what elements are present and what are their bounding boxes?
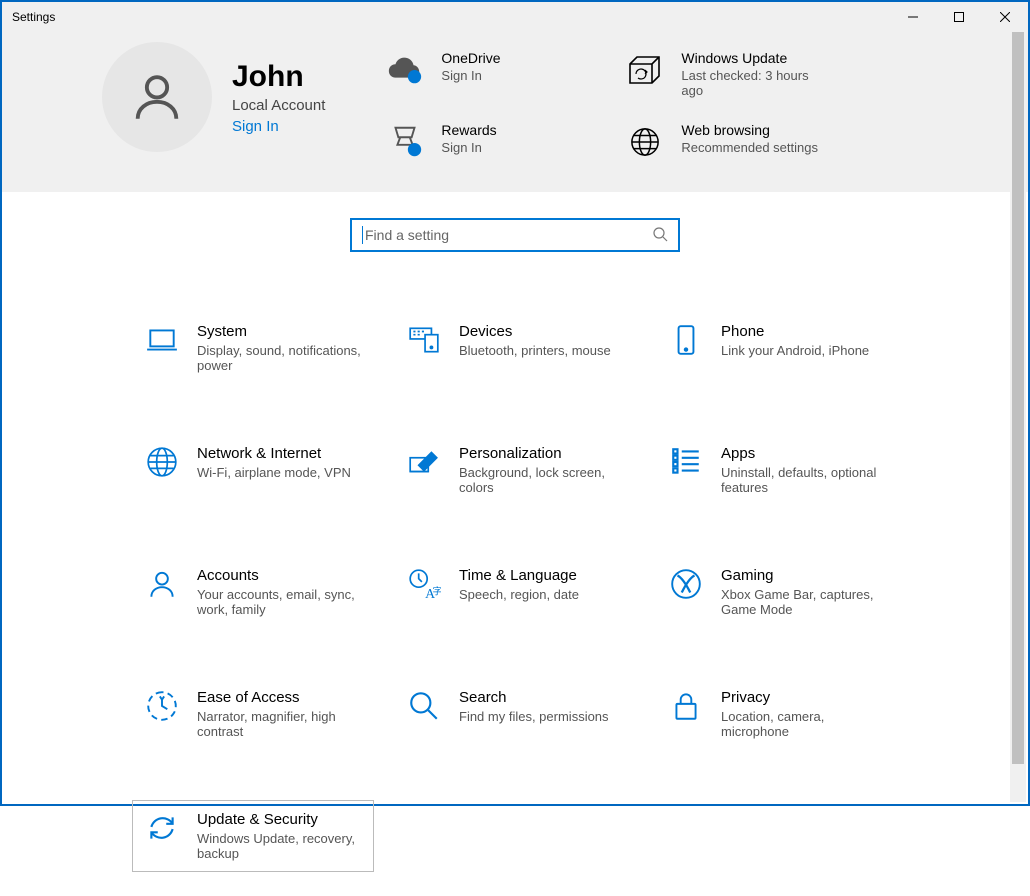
close-icon	[1000, 12, 1010, 22]
onedrive-title: OneDrive	[441, 50, 500, 66]
category-sub: Speech, region, date	[459, 587, 579, 602]
category-title: Devices	[459, 323, 611, 340]
category-title: Update & Security	[197, 811, 361, 828]
rewards-sub: Sign In	[441, 140, 496, 155]
lock-icon	[669, 689, 703, 723]
category-title: Time & Language	[459, 567, 579, 584]
rewards-title: Rewards	[441, 122, 496, 138]
header-panel: John Local Account Sign In OneDrive Sign…	[2, 32, 1028, 192]
update-icon	[625, 50, 665, 90]
category-title: Network & Internet	[197, 445, 351, 462]
category-sub: Find my files, permissions	[459, 709, 609, 724]
category-update-security[interactable]: Update & Security Windows Update, recove…	[132, 800, 374, 872]
windows-update-sub: Last checked: 3 hours ago	[681, 68, 825, 98]
search-icon	[652, 226, 668, 245]
svg-text:字: 字	[433, 586, 442, 598]
category-search[interactable]: Search Find my files, permissions	[394, 678, 636, 750]
main-content: System Display, sound, notifications, po…	[2, 192, 1028, 896]
category-sub: Link your Android, iPhone	[721, 343, 869, 358]
category-system[interactable]: System Display, sound, notifications, po…	[132, 312, 374, 384]
category-sub: Narrator, magnifier, high contrast	[197, 709, 361, 739]
globe-icon	[625, 122, 665, 162]
category-sub: Background, lock screen, colors	[459, 465, 623, 495]
category-sub: Bluetooth, printers, mouse	[459, 343, 611, 358]
category-sub: Location, camera, microphone	[721, 709, 885, 739]
xbox-icon	[669, 567, 703, 601]
category-sub: Uninstall, defaults, optional features	[721, 465, 885, 495]
minimize-icon	[908, 12, 918, 22]
category-sub: Display, sound, notifications, power	[197, 343, 361, 373]
rewards-tile[interactable]: Rewards Sign In	[385, 122, 585, 162]
account-type: Local Account	[232, 97, 325, 114]
category-phone[interactable]: Phone Link your Android, iPhone	[656, 312, 898, 384]
phone-icon	[669, 323, 703, 357]
text-cursor	[362, 226, 363, 244]
onedrive-sub: Sign In	[441, 68, 500, 83]
category-sub: Windows Update, recovery, backup	[197, 831, 361, 861]
category-sub: Wi-Fi, airplane mode, VPN	[197, 465, 351, 480]
category-accounts[interactable]: Accounts Your accounts, email, sync, wor…	[132, 556, 374, 628]
ease-icon	[145, 689, 179, 723]
sync-icon	[145, 811, 179, 845]
category-apps[interactable]: Apps Uninstall, defaults, optional featu…	[656, 434, 898, 506]
apps-icon	[669, 445, 703, 479]
windows-update-tile[interactable]: Windows Update Last checked: 3 hours ago	[625, 50, 825, 98]
category-personalization[interactable]: Personalization Background, lock screen,…	[394, 434, 636, 506]
sign-in-link[interactable]: Sign In	[232, 118, 325, 135]
devices-icon	[407, 323, 441, 357]
minimize-button[interactable]	[890, 2, 936, 32]
globe-icon	[145, 445, 179, 479]
window-title: Settings	[12, 10, 55, 24]
category-gaming[interactable]: Gaming Xbox Game Bar, captures, Game Mod…	[656, 556, 898, 628]
category-title: Gaming	[721, 567, 885, 584]
maximize-icon	[954, 12, 964, 22]
maximize-button[interactable]	[936, 2, 982, 32]
category-time-language[interactable]: A字 Time & Language Speech, region, date	[394, 556, 636, 628]
rewards-icon	[385, 122, 425, 162]
web-browsing-title: Web browsing	[681, 122, 818, 138]
search-box[interactable]	[350, 218, 680, 252]
category-title: Accounts	[197, 567, 361, 584]
category-title: Search	[459, 689, 609, 706]
title-bar: Settings	[2, 2, 1028, 32]
category-title: Personalization	[459, 445, 623, 462]
category-title: Apps	[721, 445, 885, 462]
category-title: Privacy	[721, 689, 885, 706]
clock-language-icon: A字	[407, 567, 441, 601]
category-devices[interactable]: Devices Bluetooth, printers, mouse	[394, 312, 636, 384]
user-icon	[128, 68, 186, 126]
category-privacy[interactable]: Privacy Location, camera, microphone	[656, 678, 898, 750]
category-title: Ease of Access	[197, 689, 361, 706]
cloud-icon	[385, 50, 425, 90]
person-icon	[145, 567, 179, 601]
scrollbar[interactable]	[1010, 32, 1026, 802]
category-sub: Your accounts, email, sync, work, family	[197, 587, 361, 617]
onedrive-tile[interactable]: OneDrive Sign In	[385, 50, 585, 98]
search-input[interactable]	[365, 227, 652, 243]
paint-icon	[407, 445, 441, 479]
close-button[interactable]	[982, 2, 1028, 32]
category-title: Phone	[721, 323, 869, 340]
scrollbar-thumb[interactable]	[1012, 32, 1024, 764]
web-browsing-tile[interactable]: Web browsing Recommended settings	[625, 122, 825, 162]
avatar	[102, 42, 212, 152]
user-section[interactable]: John Local Account Sign In	[102, 42, 325, 152]
category-title: System	[197, 323, 361, 340]
windows-update-title: Windows Update	[681, 50, 825, 66]
laptop-icon	[145, 323, 179, 357]
category-network[interactable]: Network & Internet Wi-Fi, airplane mode,…	[132, 434, 374, 506]
web-browsing-sub: Recommended settings	[681, 140, 818, 155]
category-ease-of-access[interactable]: Ease of Access Narrator, magnifier, high…	[132, 678, 374, 750]
search-icon	[407, 689, 441, 723]
category-sub: Xbox Game Bar, captures, Game Mode	[721, 587, 885, 617]
user-name: John	[232, 60, 325, 93]
